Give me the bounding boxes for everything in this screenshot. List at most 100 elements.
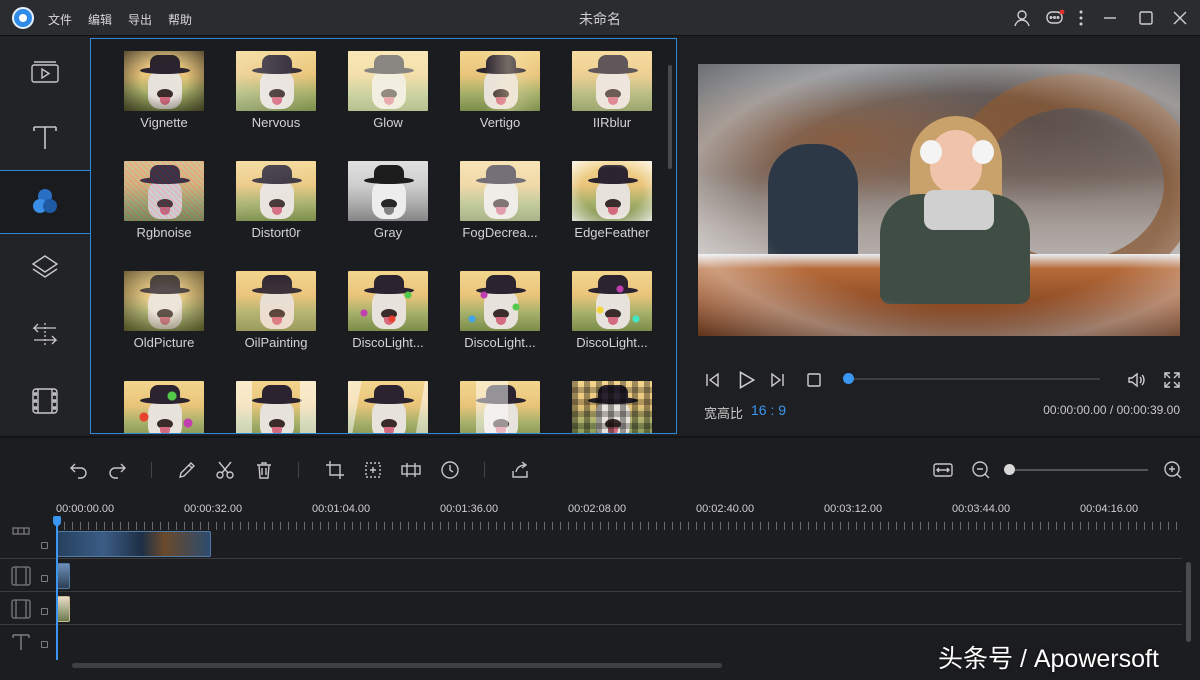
video-preview[interactable]: [698, 64, 1180, 336]
sidebar-item-text[interactable]: [0, 105, 90, 169]
filter-item[interactable]: FogDecrea...: [460, 161, 560, 261]
pip-clip[interactable]: [57, 563, 70, 589]
menu-export[interactable]: 导出: [128, 11, 152, 28]
filter-item[interactable]: Vertigo: [460, 51, 560, 151]
timeline-vertical-scrollbar[interactable]: [1184, 532, 1192, 660]
edit-icon[interactable]: [176, 459, 198, 486]
lock-icon[interactable]: [41, 608, 48, 615]
filter-label: Vertigo: [479, 115, 521, 130]
filter-item[interactable]: DiscoLight...: [460, 271, 560, 371]
title-bar: 文件 编辑 导出 帮助 未命名: [0, 0, 1200, 36]
filter-thumbnail: [348, 381, 428, 433]
more-options-icon[interactable]: [1071, 8, 1091, 28]
filter-item[interactable]: Gray: [348, 161, 448, 261]
filter-thumbnail: [460, 381, 540, 433]
sidebar-item-elements[interactable]: [0, 369, 90, 433]
cut-icon[interactable]: [214, 459, 236, 486]
zoom-slider-track[interactable]: [1010, 469, 1148, 471]
menu-file[interactable]: 文件: [48, 11, 72, 28]
aspect-ratio-label: 宽高比: [704, 406, 744, 421]
filter-thumbnail: [572, 381, 652, 433]
filter-item[interactable]: OldPicture: [124, 271, 224, 371]
filter-thumbnail: [460, 271, 540, 331]
sidebar-item-transitions[interactable]: [0, 302, 90, 366]
filter-item[interactable]: Nervous: [236, 51, 336, 151]
filters-scrollbar[interactable]: [667, 55, 673, 425]
app-logo-icon[interactable]: [12, 7, 34, 29]
filter-item[interactable]: Glow: [348, 51, 448, 151]
feedback-icon[interactable]: [1045, 8, 1065, 28]
close-icon[interactable]: [1170, 8, 1190, 28]
menu-help[interactable]: 帮助: [168, 11, 192, 28]
ruler-tick-label: 00:01:36.00: [440, 503, 499, 515]
track-head-pip-1: [0, 559, 56, 592]
redo-icon[interactable]: [106, 459, 128, 486]
prev-frame-icon[interactable]: [702, 370, 722, 395]
filter-item[interactable]: DiscoLight...: [348, 271, 448, 371]
delete-icon[interactable]: [253, 459, 275, 486]
filter-item[interactable]: [572, 381, 672, 433]
filter-thumbnail: [460, 161, 540, 221]
filter-item[interactable]: Rgbnoise: [124, 161, 224, 261]
media-icon: [31, 61, 59, 83]
filter-item[interactable]: DiscoLight...: [572, 271, 672, 371]
split-screen-icon[interactable]: [400, 459, 422, 486]
playback-progress-track[interactable]: [848, 378, 1100, 380]
filter-label: Gray: [373, 225, 403, 240]
playback-progress-handle[interactable]: [843, 373, 854, 384]
export-icon[interactable]: [509, 459, 531, 486]
filter-thumbnail: [348, 51, 428, 111]
lock-icon[interactable]: [41, 542, 48, 549]
filter-item[interactable]: [236, 381, 336, 433]
sidebar-item-filters[interactable]: [0, 170, 90, 234]
undo-icon[interactable]: [68, 459, 90, 486]
filter-thumbnail: [572, 271, 652, 331]
filter-thumbnail: [124, 161, 204, 221]
fullscreen-icon[interactable]: [1162, 370, 1182, 395]
filter-item[interactable]: [348, 381, 448, 433]
zoom-out-icon[interactable]: [970, 459, 992, 486]
lock-icon[interactable]: [41, 641, 48, 648]
zoom-in-icon[interactable]: [1162, 459, 1184, 486]
filter-item[interactable]: [124, 381, 224, 433]
playhead[interactable]: [53, 516, 61, 660]
minimize-icon[interactable]: [1100, 8, 1120, 28]
play-icon[interactable]: [735, 369, 757, 396]
fit-timeline-icon[interactable]: [932, 459, 954, 486]
track-head-video-main: [0, 526, 56, 559]
filter-label: IIRblur: [592, 115, 632, 130]
filter-thumbnail: [236, 161, 316, 221]
stop-icon[interactable]: [804, 370, 824, 395]
pip-clip[interactable]: [57, 596, 70, 622]
sidebar: [0, 37, 90, 435]
filter-item[interactable]: [460, 381, 560, 433]
filter-item[interactable]: IIRblur: [572, 51, 672, 151]
track-row: [0, 559, 1182, 592]
filter-label: EdgeFeather: [574, 225, 650, 240]
filter-item[interactable]: EdgeFeather: [572, 161, 672, 261]
filter-item[interactable]: Distort0r: [236, 161, 336, 261]
filter-label: Distort0r: [251, 225, 301, 240]
menu-edit[interactable]: 编辑: [88, 11, 112, 28]
crop-icon[interactable]: [324, 459, 346, 486]
filter-item[interactable]: OilPainting: [236, 271, 336, 371]
ruler-tick-label: 00:02:40.00: [696, 503, 755, 515]
video-clip[interactable]: [57, 531, 211, 557]
filter-label: DiscoLight...: [464, 335, 536, 350]
user-icon[interactable]: [1012, 8, 1032, 28]
duration-icon[interactable]: [439, 459, 461, 486]
overlay-icon: [31, 255, 59, 278]
zoom-slider-handle[interactable]: [1004, 464, 1015, 475]
sidebar-item-overlays[interactable]: [0, 235, 90, 299]
aspect-ratio-value[interactable]: 16 : 9: [751, 402, 786, 418]
lock-icon[interactable]: [41, 575, 48, 582]
volume-icon[interactable]: [1126, 370, 1146, 395]
filter-item[interactable]: Vignette: [124, 51, 224, 151]
sidebar-item-media[interactable]: [0, 41, 90, 105]
filter-thumbnail: [236, 381, 316, 433]
mosaic-icon[interactable]: [362, 459, 384, 486]
next-frame-icon[interactable]: [768, 370, 788, 395]
maximize-icon[interactable]: [1136, 8, 1156, 28]
filter-thumbnail: [236, 51, 316, 111]
filter-label: Glow: [373, 115, 403, 130]
